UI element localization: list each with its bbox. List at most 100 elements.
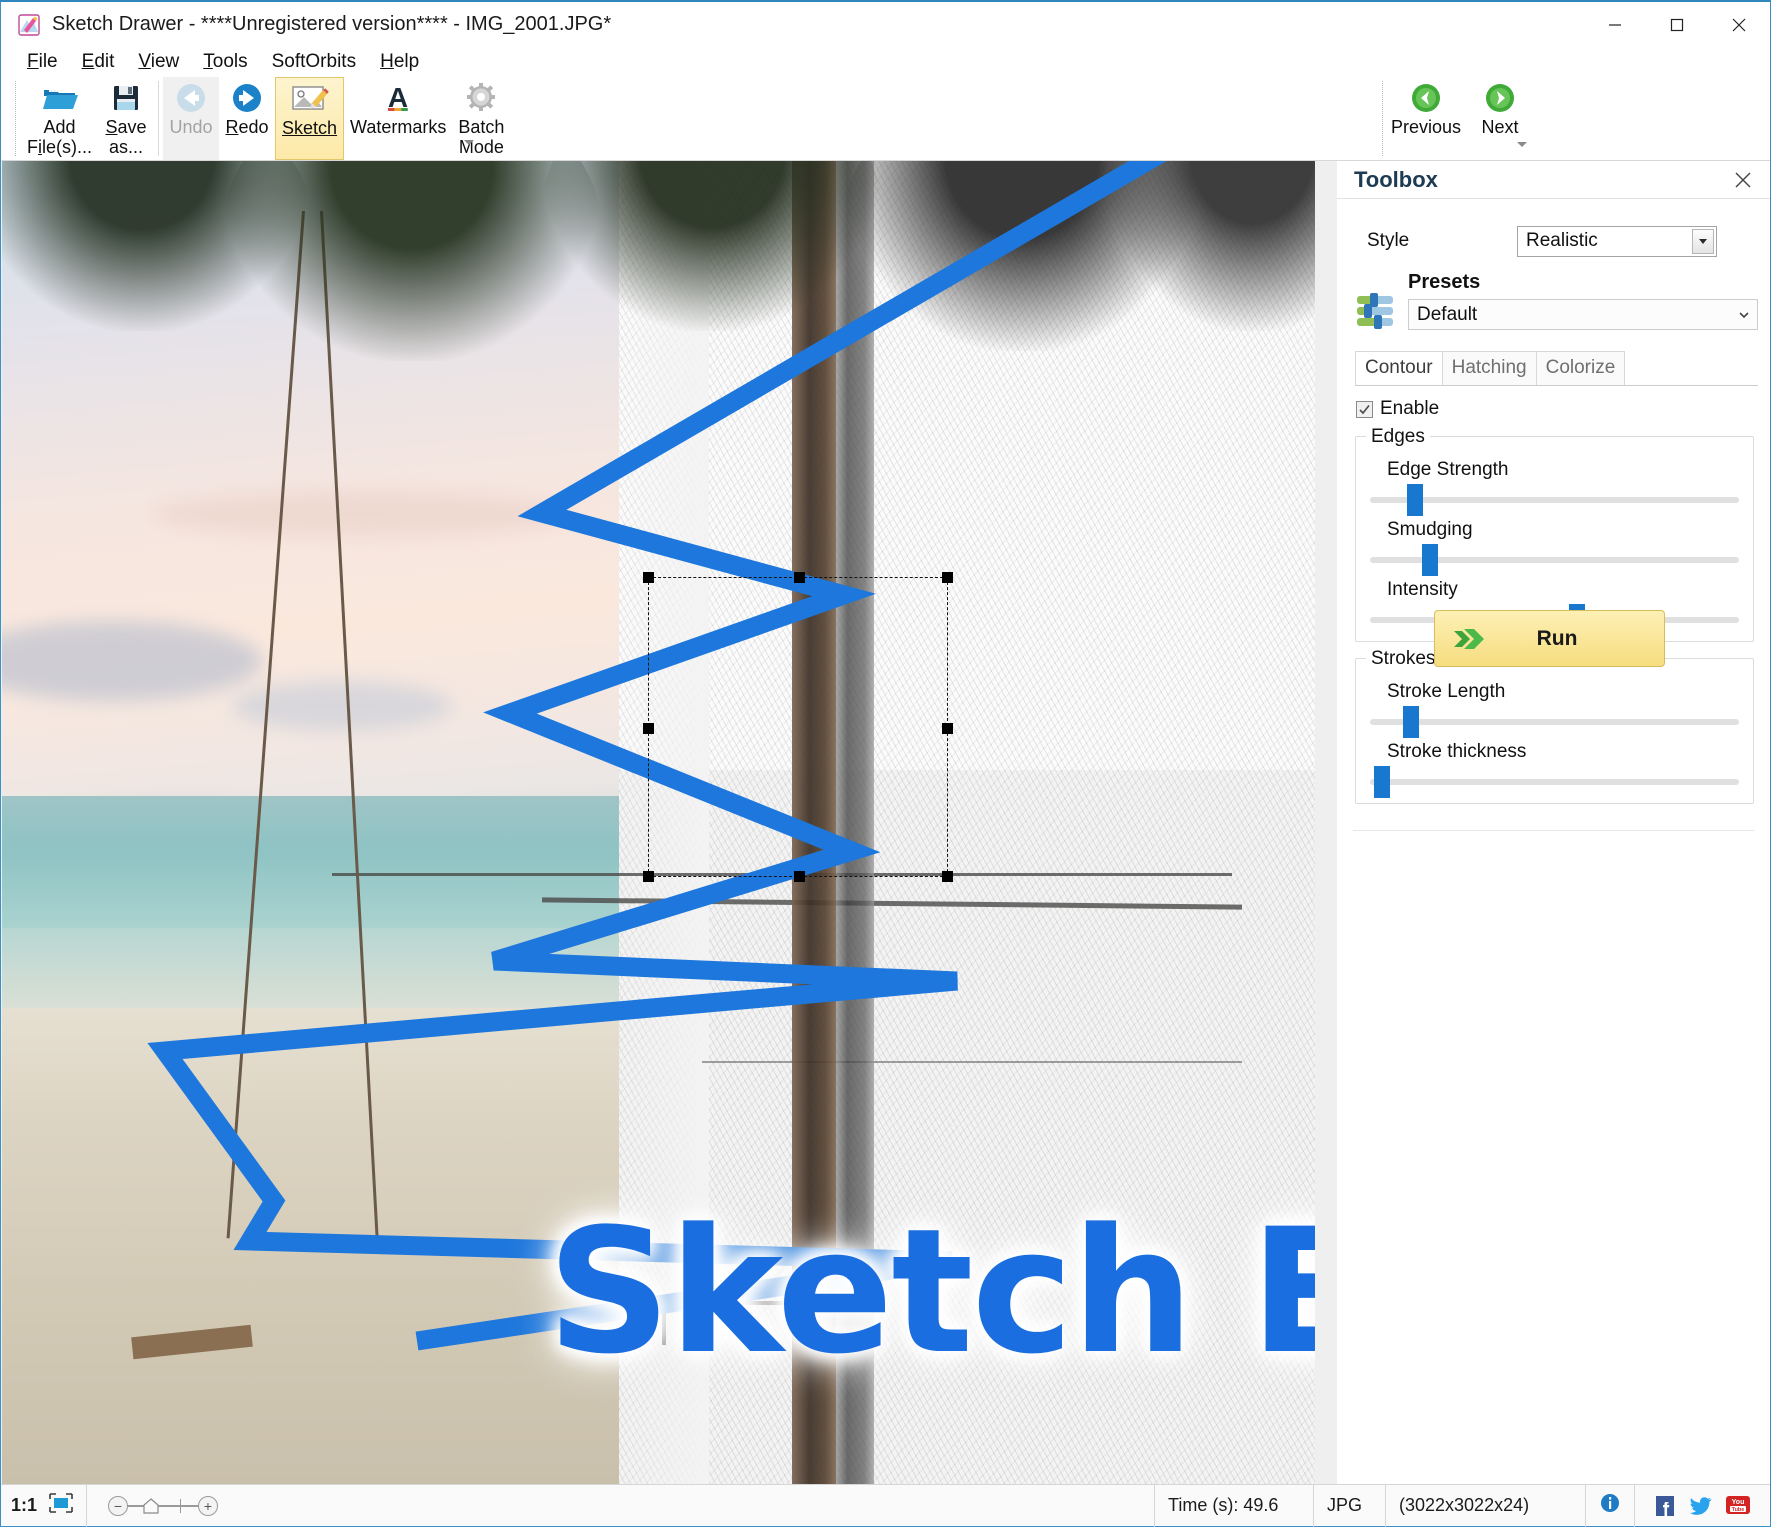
toolbar-file-group: Add File(s)... Save as... [21, 77, 154, 160]
toolbar-expand-icon[interactable] [461, 135, 477, 151]
stroke-thickness-slider[interactable] [1370, 766, 1739, 798]
menu-tools[interactable]: Tools [191, 49, 259, 75]
sketch-label: Sketch [282, 118, 338, 138]
save-as-button[interactable]: Save as... [98, 77, 154, 160]
maximize-button[interactable] [1646, 2, 1708, 47]
watermarks-button[interactable]: A Watermarks [344, 77, 452, 160]
toolbox-header: Toolbox [1337, 161, 1770, 199]
edge-strength-thumb[interactable] [1406, 484, 1423, 516]
twitter-icon[interactable] [1689, 1494, 1715, 1518]
redo-arrow-icon [229, 79, 265, 117]
selection-handle-nw[interactable] [643, 572, 654, 583]
batch-mode-label-1: Batch [458, 117, 505, 137]
menu-softorbits[interactable]: SoftOrbits [260, 49, 368, 75]
add-files-label-2: File(s)... [27, 137, 93, 157]
next-button[interactable]: Next [1467, 77, 1533, 140]
toolbar-nav-group: Previous Next [1385, 77, 1533, 140]
selection-handle-n[interactable] [794, 572, 805, 583]
selection-handle-se[interactable] [942, 871, 953, 882]
add-files-label-1: Add [43, 117, 76, 137]
menu-file[interactable]: File [15, 49, 70, 75]
info-icon[interactable] [1599, 1492, 1621, 1519]
selection-handle-sw[interactable] [643, 871, 654, 882]
close-button[interactable] [1708, 2, 1770, 47]
green-right-arrow-icon [1482, 79, 1518, 117]
previous-button[interactable]: Previous [1385, 77, 1467, 140]
facebook-icon[interactable] [1653, 1494, 1679, 1518]
stroke-length-label: Stroke Length [1387, 681, 1506, 702]
youtube-icon[interactable]: You Tube [1725, 1494, 1751, 1518]
zoom-in-button[interactable]: + [198, 1495, 219, 1516]
minimize-button[interactable] [1584, 2, 1646, 47]
toolbox-panel: Toolbox Style Realistic Presets Default … [1337, 161, 1770, 1484]
sketch-picture-pencil-icon [290, 80, 330, 118]
redo-button[interactable]: Redo [219, 77, 275, 160]
strokes-group-label: Strokes [1366, 648, 1441, 670]
zoom-slider-tick [180, 1498, 182, 1513]
presets-value: Default [1417, 303, 1478, 325]
zoom-slider[interactable]: − + [108, 1495, 219, 1516]
enable-checkbox[interactable] [1356, 400, 1373, 418]
zoom-slider-thumb[interactable] [142, 1497, 160, 1515]
presets-select[interactable]: Default [1408, 299, 1758, 330]
tab-colorize[interactable]: Colorize [1535, 351, 1626, 385]
sliders-icon [1354, 287, 1398, 331]
nav-expand-icon[interactable] [1514, 137, 1530, 153]
fit-to-screen-icon[interactable] [49, 1493, 73, 1518]
edge-strength-slider[interactable] [1370, 484, 1739, 516]
smudging-slider[interactable] [1370, 544, 1739, 576]
menu-edit[interactable]: Edit [70, 49, 127, 75]
tab-hatching[interactable]: Hatching [1441, 351, 1537, 385]
zoom-slider-cell: − + [87, 1485, 239, 1527]
watermark-text[interactable]: Sketch Effect [547, 1191, 1315, 1392]
selection-handle-ne[interactable] [942, 572, 953, 583]
style-select[interactable]: Realistic [1517, 225, 1717, 257]
chevron-down-icon[interactable] [1692, 228, 1714, 254]
enable-row[interactable]: Enable [1356, 398, 1758, 420]
toolbox-title: Toolbox [1354, 166, 1438, 192]
selection-handle-e[interactable] [942, 723, 953, 734]
stroke-length-thumb[interactable] [1403, 706, 1420, 738]
frond [542, 161, 882, 331]
gear-icon [464, 79, 498, 117]
menu-view[interactable]: View [126, 49, 191, 75]
add-files-button[interactable]: Add File(s)... [21, 77, 98, 160]
sketch-button[interactable]: Sketch [275, 77, 345, 160]
cloud [152, 491, 572, 537]
selection-handle-w[interactable] [643, 723, 654, 734]
selection-handle-s[interactable] [794, 871, 805, 882]
watermarks-label: Watermarks [350, 117, 447, 137]
strokes-group: Strokes Stroke Length Stroke thickness [1355, 648, 1754, 804]
smudging-thumb[interactable] [1421, 544, 1438, 576]
toolbox-content: Style Realistic Presets Default Contour … [1347, 205, 1758, 1484]
selection-box[interactable] [643, 572, 953, 882]
tab-contour[interactable]: Contour [1355, 351, 1443, 385]
toolbar-separator-1 [158, 81, 160, 156]
previous-label: Previous [1391, 117, 1462, 137]
zoom-ratio-label[interactable]: 1:1 [11, 1495, 37, 1516]
window-title: Sketch Drawer - ****Unregistered version… [52, 13, 612, 35]
image-canvas[interactable]: Sketch Effect [2, 161, 1315, 1484]
window-controls [1584, 2, 1770, 47]
zoom-out-button[interactable]: − [108, 1495, 129, 1516]
stroke-length-slider[interactable] [1370, 706, 1739, 738]
undo-button[interactable]: Undo [163, 77, 220, 160]
menu-bar: File Edit View Tools SoftOrbits Help [1, 47, 1770, 77]
green-left-arrow-icon [1408, 79, 1444, 117]
menu-file-label: ile [38, 51, 58, 72]
run-label: Run [1536, 626, 1578, 650]
menu-help[interactable]: Help [368, 49, 431, 75]
status-right-group: Time (s): 49.6 JPG (3022x3022x24) You Tub… [1154, 1484, 1770, 1527]
edge-strength-label: Edge Strength [1387, 459, 1509, 480]
stroke-thickness-thumb[interactable] [1373, 766, 1390, 798]
dimensions-status: (3022x3022x24) [1386, 1484, 1586, 1527]
run-button[interactable]: Run [1434, 610, 1665, 667]
style-value: Realistic [1526, 230, 1598, 251]
pier-line [702, 1061, 1242, 1063]
time-status: Time (s): 49.6 [1154, 1484, 1314, 1527]
status-bar: 1:1 − + Time (s): 49.6 JPG (3022x3022x24… [1, 1484, 1770, 1527]
redo-label: Redo [225, 117, 269, 137]
toolbox-close-icon[interactable] [1732, 169, 1754, 191]
save-as-label-1: Save [105, 117, 147, 137]
chevron-down-icon[interactable] [1733, 302, 1755, 327]
